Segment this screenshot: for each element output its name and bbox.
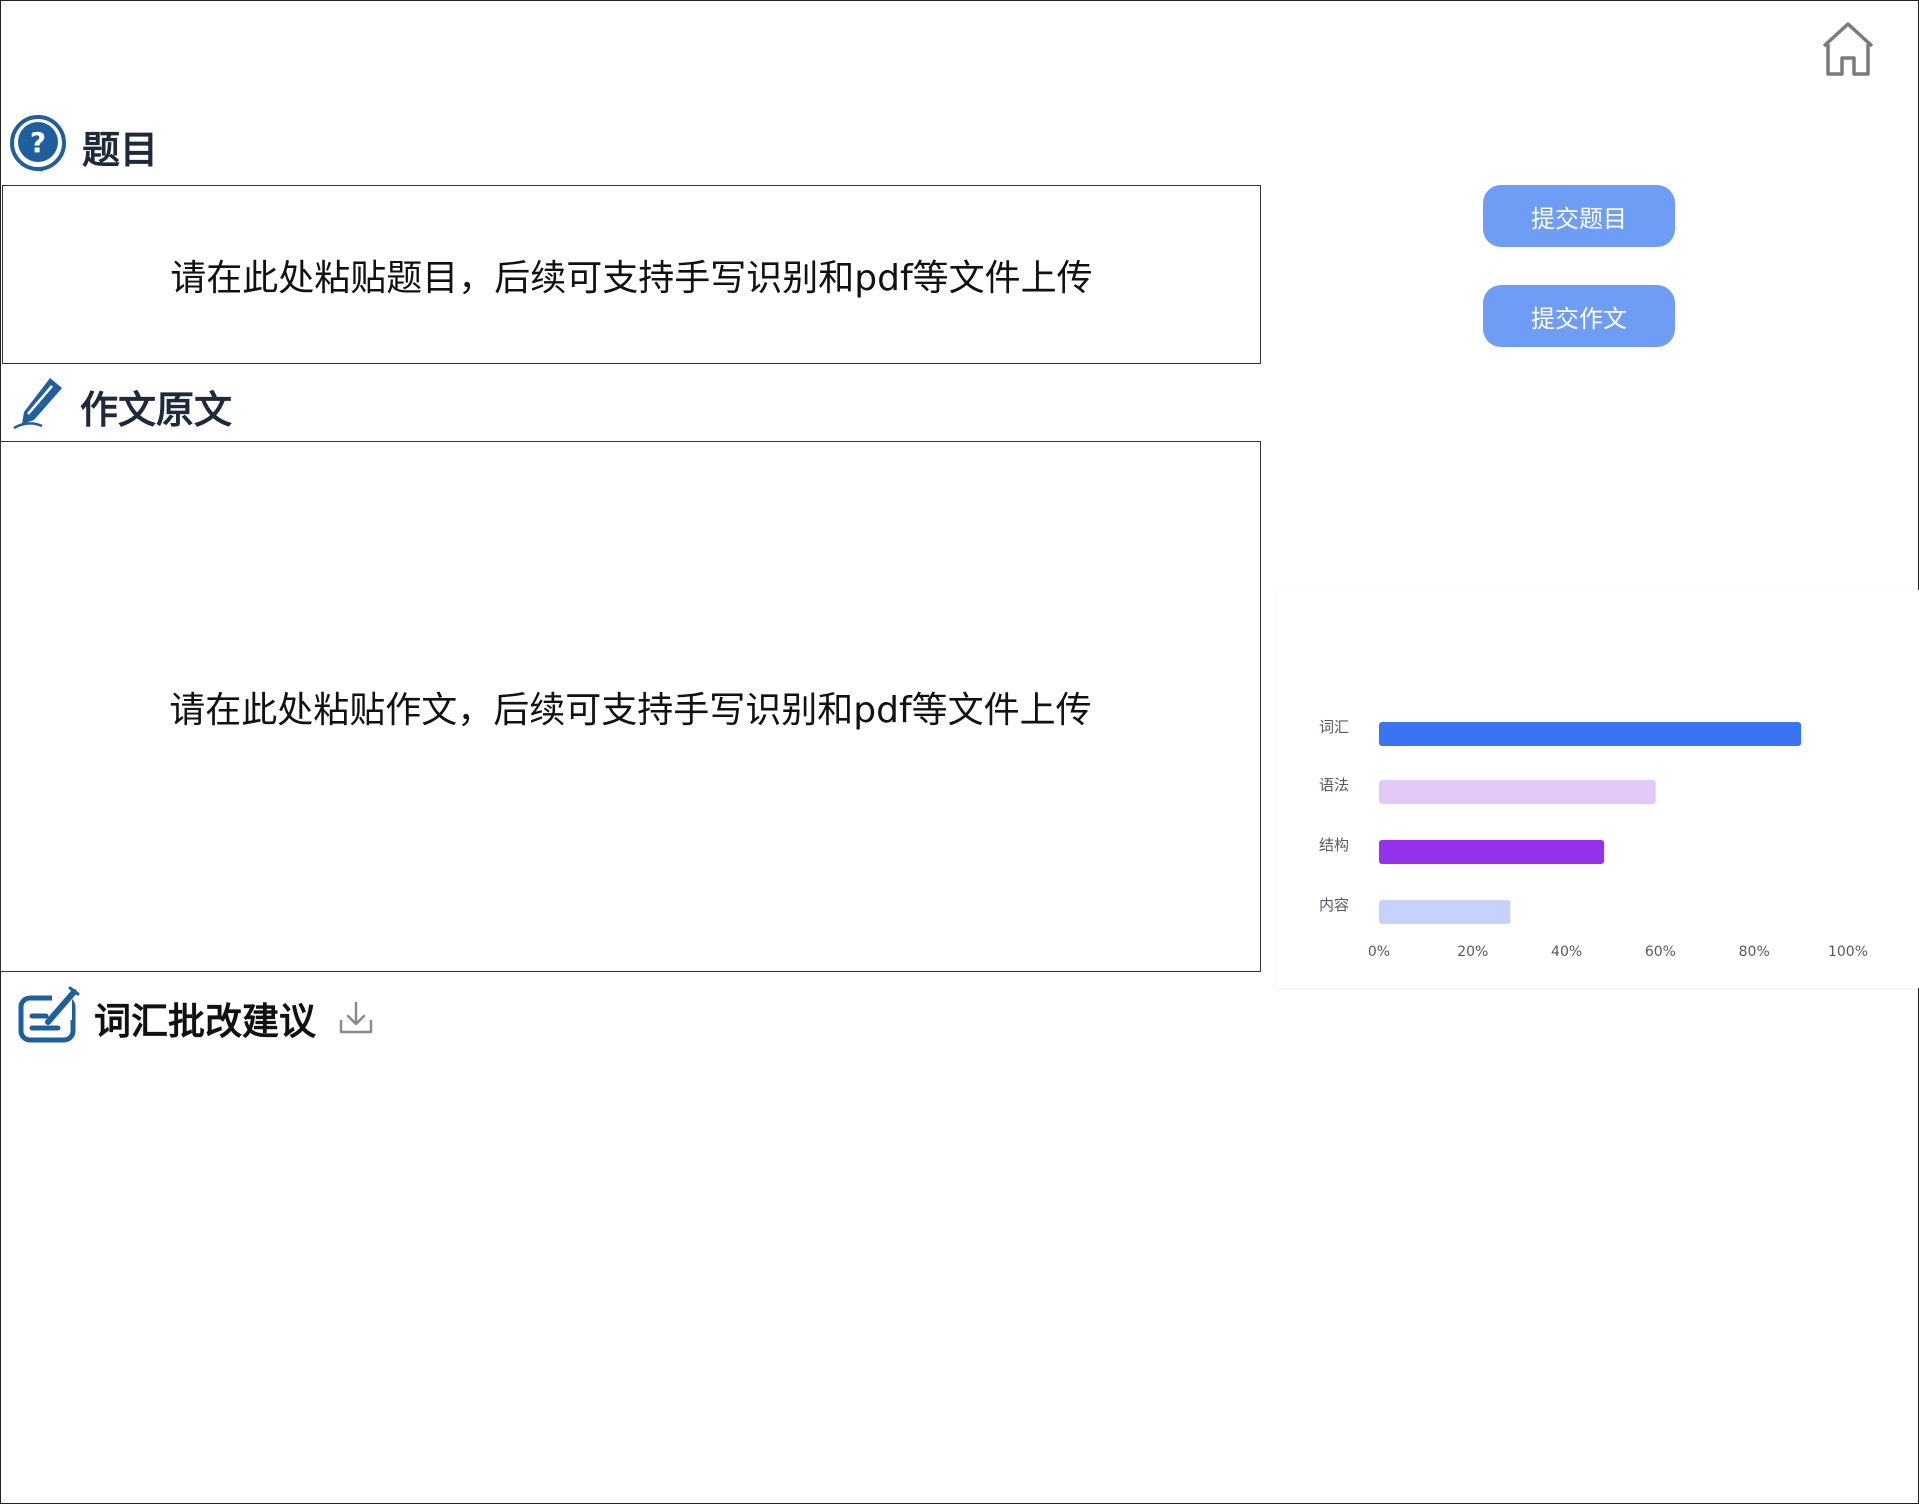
topic-section-header: ? 题目 bbox=[8, 114, 158, 178]
bar-2 bbox=[1379, 780, 1656, 804]
score-chart: 词汇语法结构内容 0% 20% 40% 60% 80% 100% bbox=[1276, 590, 1919, 988]
question-icon: ? bbox=[8, 114, 68, 178]
category-label: 语法 bbox=[1319, 776, 1349, 794]
x-tick-label: 0% bbox=[1368, 944, 1390, 960]
score-bar-chart: 词汇语法结构内容 0% 20% 40% 60% 80% 100% bbox=[1319, 718, 1868, 960]
svg-text:?: ? bbox=[30, 126, 46, 159]
submit-essay-button[interactable]: 提交作文 bbox=[1483, 285, 1675, 347]
bar-4 bbox=[1379, 900, 1511, 924]
x-tick-label: 20% bbox=[1457, 944, 1488, 960]
pen-icon bbox=[12, 376, 66, 436]
edit-sign-icon bbox=[18, 986, 80, 1050]
essay-placeholder: 请在此处粘贴作文，后续可支持手写识别和pdf等文件上传 bbox=[169, 689, 1092, 731]
download-icon[interactable] bbox=[338, 1000, 374, 1036]
essay-title: 作文原文 bbox=[80, 387, 233, 432]
bar-1 bbox=[1379, 722, 1802, 746]
x-tick-label: 60% bbox=[1645, 944, 1676, 960]
category-label: 词汇 bbox=[1319, 718, 1349, 736]
topic-input[interactable]: 请在此处粘贴题目，后续可支持手写识别和pdf等文件上传 bbox=[2, 185, 1261, 364]
essay-section-header: 作文原文 bbox=[12, 376, 232, 436]
category-label: 内容 bbox=[1319, 896, 1349, 914]
submit-topic-button[interactable]: 提交题目 bbox=[1483, 185, 1675, 247]
topic-placeholder: 请在此处粘贴题目，后续可支持手写识别和pdf等文件上传 bbox=[170, 257, 1093, 299]
topic-title: 题目 bbox=[82, 127, 159, 172]
category-label: 结构 bbox=[1319, 836, 1349, 854]
vocab-section-header: 词汇批改建议 bbox=[18, 986, 374, 1050]
essay-input[interactable]: 请在此处粘贴作文，后续可支持手写识别和pdf等文件上传 bbox=[0, 441, 1261, 972]
x-tick-label: 80% bbox=[1739, 944, 1770, 960]
home-icon[interactable] bbox=[1818, 20, 1878, 78]
x-tick-label: 100% bbox=[1828, 944, 1868, 960]
bar-3 bbox=[1379, 840, 1605, 864]
vocab-title: 词汇批改建议 bbox=[94, 1000, 316, 1043]
x-tick-label: 40% bbox=[1551, 944, 1582, 960]
